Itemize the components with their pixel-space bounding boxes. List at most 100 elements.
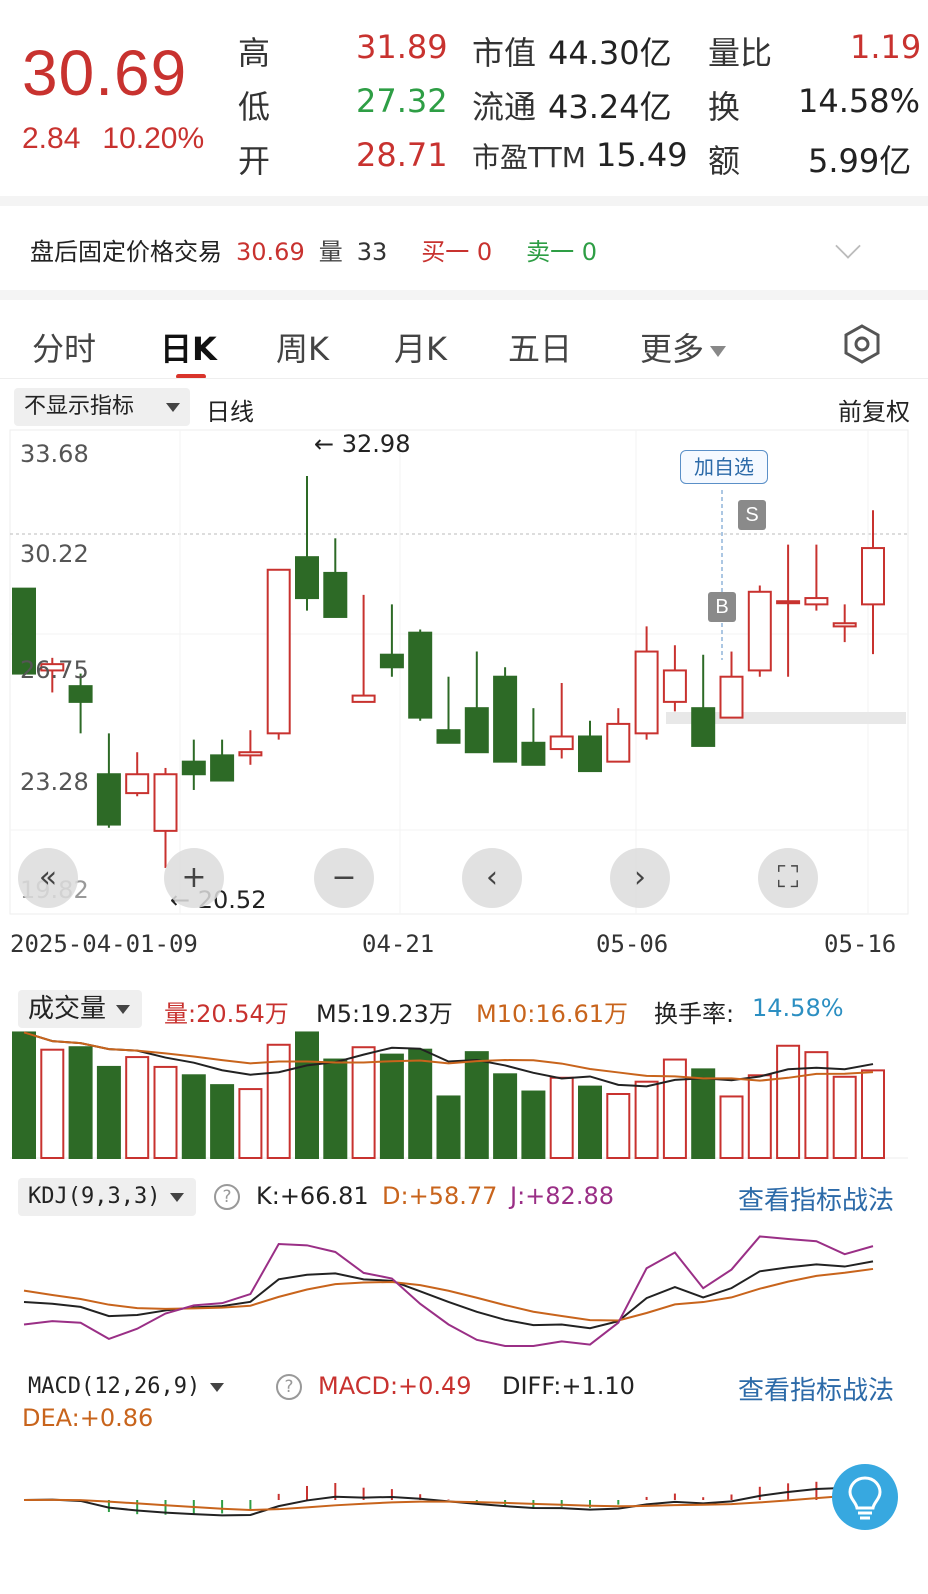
candle-body xyxy=(634,650,659,735)
volume-bar xyxy=(12,1031,36,1160)
candle-body xyxy=(493,675,518,763)
candle-body xyxy=(351,694,376,703)
zoom-out-button[interactable]: − xyxy=(314,848,374,908)
candle-body xyxy=(181,760,206,776)
volume-bar xyxy=(125,1056,150,1159)
volume-bar xyxy=(40,1048,65,1159)
lightbulb-icon xyxy=(848,1476,882,1520)
high-marker: ← 32.98 xyxy=(314,430,411,458)
candle-body xyxy=(210,754,235,782)
volume-bar xyxy=(691,1068,716,1160)
candle-body xyxy=(464,707,489,754)
kdj-title: KDJ(9,3,3) xyxy=(28,1184,161,1209)
candle-body xyxy=(323,571,348,618)
turnover-rate-value: 14.58% xyxy=(752,994,844,1022)
volume-bar xyxy=(662,1058,687,1159)
volume-bar xyxy=(210,1084,235,1159)
volume-bar xyxy=(323,1058,348,1159)
scroll-left-button[interactable]: ‹ xyxy=(462,848,522,908)
help-icon[interactable]: ? xyxy=(276,1374,302,1400)
volume-bar xyxy=(832,1075,857,1160)
kdj-header: KDJ(9,3,3) ? K:+66.81 D:+58.77 J:+82.88 … xyxy=(0,1176,928,1220)
volume-bar xyxy=(578,1085,602,1159)
minus-icon: − xyxy=(331,860,357,895)
kline-frame xyxy=(9,429,909,915)
volume-header: 成交量 量:20.54万 M5:19.23万 M10:16.61万 换手率: 1… xyxy=(0,988,928,1032)
price-label-top: 33.68 xyxy=(20,440,89,468)
volume-bar xyxy=(153,1065,178,1160)
help-icon[interactable]: ? xyxy=(214,1184,240,1210)
price-label-4: 23.28 xyxy=(20,768,89,796)
date-label-2: 04-21 xyxy=(362,930,435,958)
candle-body xyxy=(832,622,857,628)
kline-chart[interactable] xyxy=(0,0,928,1594)
macd-strategy-link[interactable]: 查看指标战法 xyxy=(738,1370,894,1407)
caret-down-icon xyxy=(170,1193,185,1202)
fullscreen-button[interactable]: ⛶ xyxy=(758,848,818,908)
scroll-to-start-button[interactable]: « xyxy=(18,848,78,908)
macd-dea: DEA:+0.86 xyxy=(22,1404,154,1432)
candlestick-series xyxy=(12,476,885,868)
macd-title: MACD(12,26,9) xyxy=(28,1374,201,1399)
volume-bar xyxy=(606,1093,631,1159)
date-label-end: 05-16 xyxy=(824,930,897,958)
volume-bar xyxy=(408,1048,433,1159)
candle-body xyxy=(436,729,461,744)
kdj-strategy-link[interactable]: 查看指标战法 xyxy=(738,1180,894,1217)
kdj-k-line xyxy=(23,1260,874,1330)
macd-dea-line xyxy=(23,1492,874,1511)
candle-body xyxy=(238,751,263,757)
lightbulb-button[interactable] xyxy=(832,1464,898,1530)
date-label-start: 2025-04-01-09 xyxy=(10,930,198,958)
volume-title: 成交量 xyxy=(28,994,107,1024)
candle-body xyxy=(804,597,829,606)
kdj-lines xyxy=(23,1235,874,1347)
volume-bar xyxy=(861,1069,885,1160)
candle-body xyxy=(96,773,121,826)
macd-plot xyxy=(23,1480,874,1517)
candle-body xyxy=(408,631,433,719)
add-watchlist-button[interactable]: 加自选 xyxy=(680,450,768,484)
candle-body xyxy=(153,773,178,832)
candle-body xyxy=(776,600,801,605)
volume-m5: M5:19.23万 xyxy=(316,1000,453,1028)
chevron-left-icon: ‹ xyxy=(486,860,498,895)
volume-bar xyxy=(96,1065,121,1160)
kdj-j: J:+82.88 xyxy=(510,1182,614,1210)
candle-body xyxy=(861,547,885,606)
zoom-in-button[interactable]: + xyxy=(164,848,224,908)
candle-body xyxy=(125,773,150,795)
candle-body xyxy=(295,556,319,600)
price-label-3: 26.75 xyxy=(20,656,89,684)
volume-m5-line xyxy=(23,1031,874,1088)
macd-indicator-select[interactable]: MACD(12,26,9) xyxy=(18,1368,237,1406)
volume-m10-line xyxy=(23,1031,874,1082)
volume-bar xyxy=(68,1046,93,1159)
sell-signal-badge[interactable]: S xyxy=(738,500,766,530)
date-label-3: 05-06 xyxy=(596,930,669,958)
volume-bar xyxy=(464,1051,489,1159)
candle-body xyxy=(578,735,602,773)
kline-grid xyxy=(9,429,909,915)
volume-bar xyxy=(549,1076,574,1160)
macd-diff: DIFF:+1.10 xyxy=(502,1372,635,1400)
turnover-rate-label: 换手率: xyxy=(654,1000,735,1028)
volume-bar xyxy=(238,1088,263,1159)
volume-bar xyxy=(493,1073,518,1160)
volume-bar xyxy=(776,1044,801,1160)
volume-bar xyxy=(181,1074,206,1160)
kdj-indicator-select[interactable]: KDJ(9,3,3) xyxy=(18,1178,197,1216)
volume-indicator-select[interactable]: 成交量 xyxy=(18,990,143,1028)
volume-m10: M10:16.61万 xyxy=(476,1000,629,1028)
kdj-k: K:+66.81 xyxy=(256,1182,369,1210)
candle-body xyxy=(68,685,93,703)
scroll-right-button[interactable]: › xyxy=(610,848,670,908)
caret-down-icon xyxy=(210,1383,225,1392)
buy-signal-badge[interactable]: B xyxy=(708,592,736,622)
fullscreen-icon: ⛶ xyxy=(777,860,799,895)
candle-body xyxy=(266,568,291,735)
volume-bar xyxy=(351,1046,376,1159)
candle-body xyxy=(379,653,404,669)
candle-body xyxy=(719,675,744,719)
price-label-2: 30.22 xyxy=(20,540,89,568)
